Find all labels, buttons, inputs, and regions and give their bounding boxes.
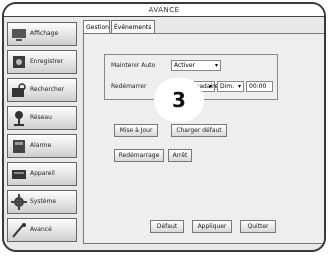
sidebar-item-avance[interactable]: Avancé — [7, 218, 77, 242]
sidebar-item-affichage[interactable]: Affichage — [7, 22, 77, 46]
window-title: AVANCÉ — [4, 4, 324, 17]
sidebar-item-reseau[interactable]: Réseau — [7, 106, 77, 130]
sidebar-item-label: Appareil — [30, 170, 55, 177]
display-icon — [12, 29, 26, 41]
sidebar-item-appareil[interactable]: Appareil — [7, 162, 77, 186]
chevron-down-icon: ▾ — [208, 83, 212, 90]
appliquer-button[interactable]: Appliquer — [192, 220, 232, 233]
sidebar-item-rechercher[interactable]: Rechercher — [7, 78, 77, 102]
arret-button[interactable]: Arrêt — [168, 149, 192, 162]
advanced-window: AVANCÉ Affichage Enregistrer Rechercher … — [2, 2, 326, 252]
quitter-button[interactable]: Quitter — [240, 220, 276, 233]
charger-defaut-button[interactable]: Charger défaut — [171, 124, 227, 137]
sidebar-item-label: Alarme — [30, 142, 52, 149]
advanced-icon — [12, 223, 26, 238]
sidebar-item-label: Système — [30, 198, 57, 205]
day-value: Dim. — [220, 83, 235, 90]
tab-gestion[interactable]: Gestion — [83, 20, 110, 33]
record-icon — [13, 56, 25, 68]
redemarrer-label: Redémarrer — [111, 83, 147, 90]
maintenir-auto-value: Activer — [174, 62, 196, 69]
mise-a-jour-button[interactable]: Mise à Jour — [114, 124, 158, 137]
gear-icon — [11, 194, 27, 210]
sidebar: Affichage Enregistrer Rechercher Réseau … — [7, 22, 78, 250]
sidebar-item-enregistrer[interactable]: Enregistrer — [7, 50, 77, 74]
day-select[interactable]: Dim. ▾ — [217, 81, 244, 92]
sidebar-item-alarme[interactable]: Alarme — [7, 134, 77, 158]
sidebar-item-label: Avancé — [30, 226, 52, 233]
sidebar-item-label: Rechercher — [30, 86, 64, 93]
defaut-button[interactable]: Défaut — [150, 220, 184, 233]
gestion-panel: Maintenir Auto Activer ▾ Redémarrer Hebd… — [83, 33, 324, 244]
alarm-icon — [13, 140, 25, 153]
chevron-down-icon: ▾ — [214, 62, 218, 69]
sidebar-item-label: Réseau — [30, 114, 52, 121]
sidebar-item-systeme[interactable]: Système — [7, 190, 77, 214]
sidebar-item-label: Affichage — [30, 30, 59, 37]
maintenir-auto-label: Maintenir Auto — [111, 62, 156, 69]
chevron-down-icon: ▾ — [237, 83, 241, 90]
time-input[interactable]: 00:00 — [246, 81, 273, 92]
network-icon — [14, 111, 24, 126]
maintenir-auto-select[interactable]: Activer ▾ — [171, 60, 221, 71]
step-number-badge: 3 — [154, 78, 204, 122]
redemarrage-button[interactable]: Redémarrage — [114, 149, 164, 162]
device-icon — [12, 170, 26, 179]
sidebar-item-label: Enregistrer — [30, 58, 64, 65]
search-icon — [12, 83, 26, 97]
tab-evenements[interactable]: Événements — [111, 20, 155, 33]
